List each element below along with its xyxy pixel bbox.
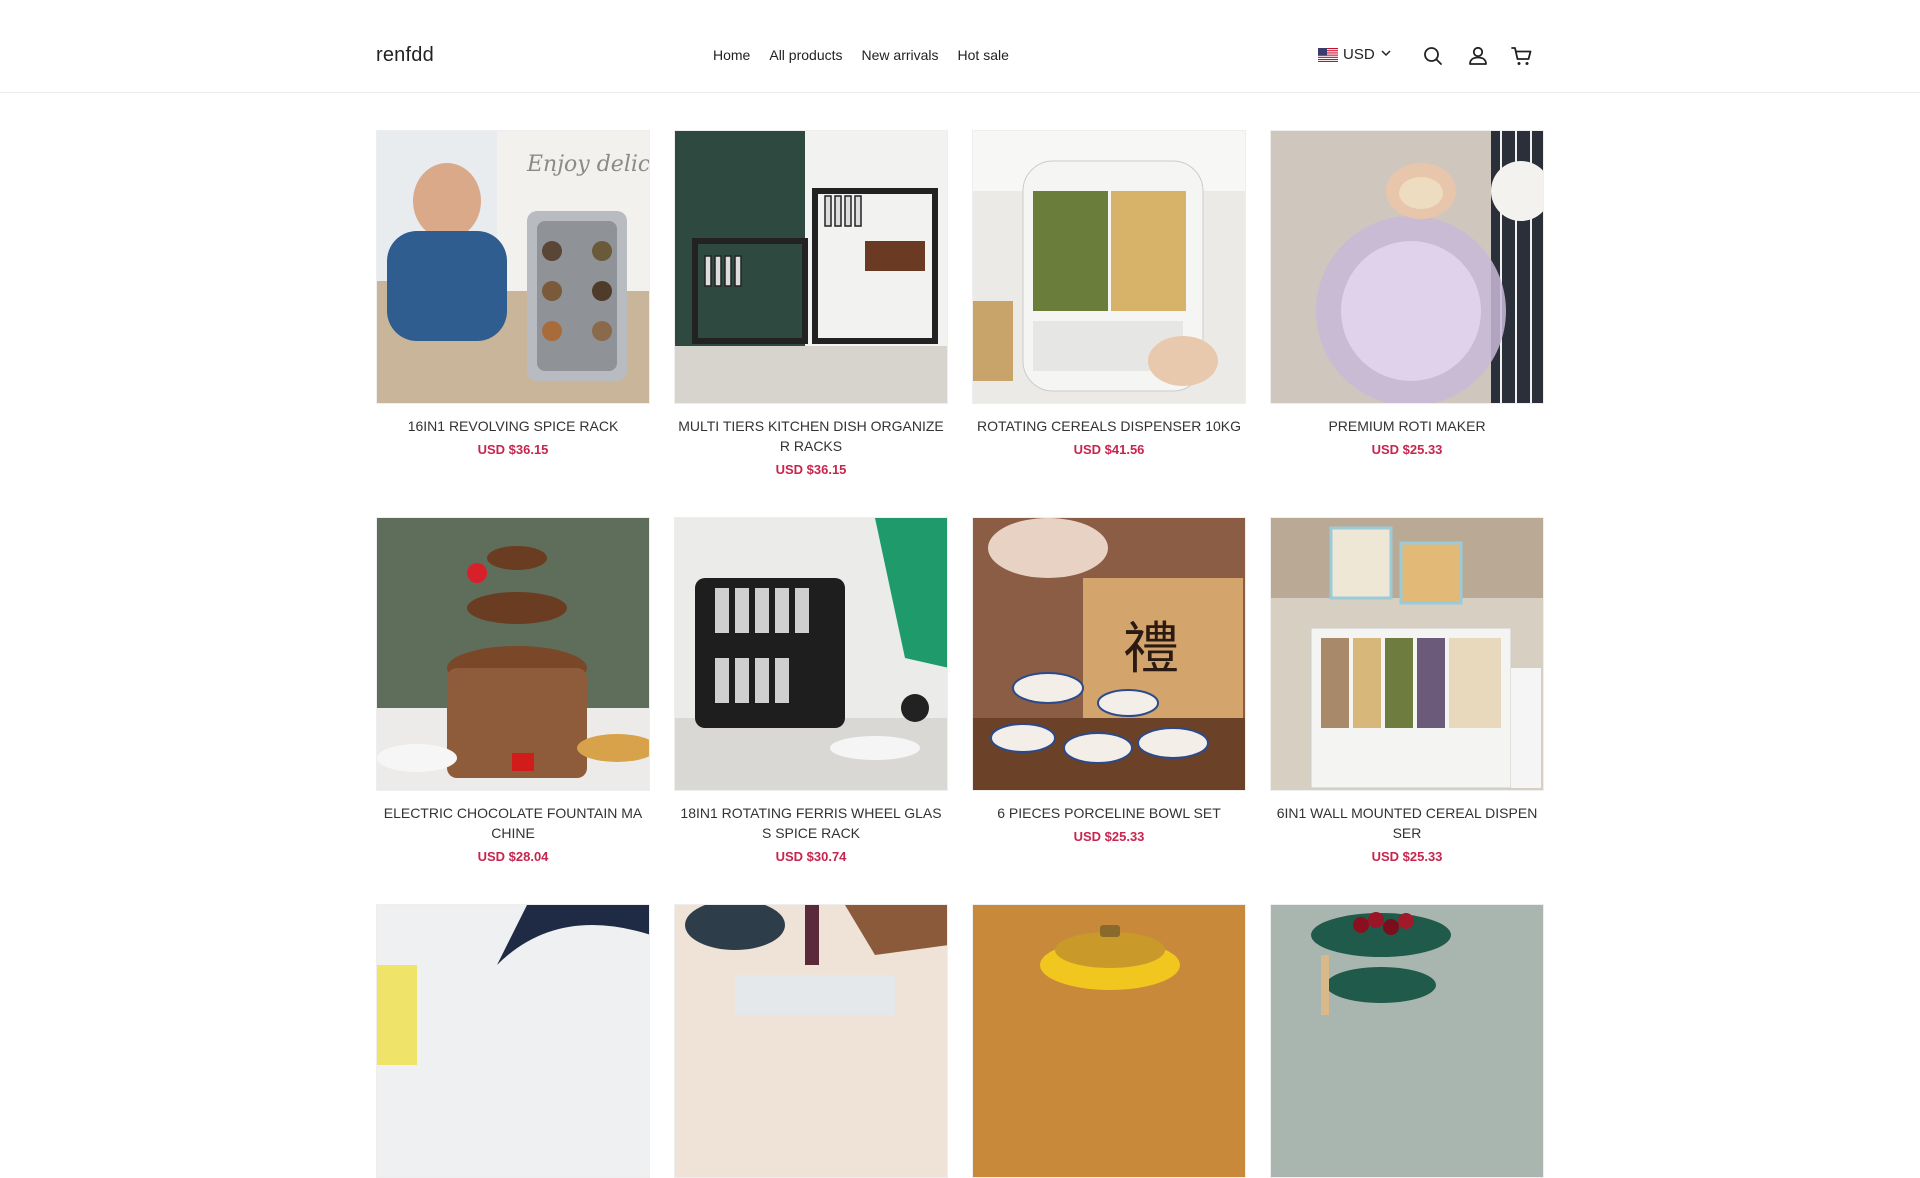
svg-text:禮: 禮: [1123, 617, 1179, 682]
product-image-dish-rack[interactable]: [674, 130, 948, 404]
cart-icon[interactable]: [1510, 44, 1534, 68]
image-overlay-text: Enjoy delicious life: [526, 152, 650, 177]
product-card[interactable]: 18IN1 ROTATING FERRIS WHEEL GLASS SPICE …: [674, 517, 948, 864]
product-image[interactable]: [376, 904, 650, 1178]
product-card[interactable]: MULTI TIERS KITCHEN DISH ORGANIZER RACKS…: [674, 130, 948, 477]
product-image-chocolate-fountain[interactable]: [376, 517, 650, 791]
product-title[interactable]: PREMIUM ROTI MAKER: [1270, 416, 1544, 436]
product-image[interactable]: [674, 904, 948, 1178]
product-price: USD $30.74: [775, 849, 847, 864]
product-image[interactable]: [1270, 904, 1544, 1178]
product-price: USD $25.33: [1371, 442, 1443, 457]
product-card[interactable]: [674, 904, 948, 1178]
nav-home[interactable]: Home: [713, 47, 750, 63]
product-image-porcelain-bowls[interactable]: 禮: [972, 517, 1246, 791]
nav-hot-sale[interactable]: Hot sale: [958, 47, 1009, 63]
product-price: USD $28.04: [477, 849, 549, 864]
product-price: USD $36.15: [477, 442, 549, 457]
product-title[interactable]: 18IN1 ROTATING FERRIS WHEEL GLASS SPICE …: [674, 803, 948, 843]
site-header: renfdd Home All products New arrivals Ho…: [0, 0, 1920, 93]
product-title[interactable]: ROTATING CEREALS DISPENSER 10KG: [972, 416, 1246, 436]
product-card[interactable]: 6IN1 WALL MOUNTED CEREAL DISPENSER USD $…: [1270, 517, 1544, 864]
product-price: USD $41.56: [1073, 442, 1145, 457]
nav-all-products[interactable]: All products: [769, 47, 842, 63]
account-icon[interactable]: [1466, 44, 1490, 68]
nav-new-arrivals[interactable]: New arrivals: [862, 47, 939, 63]
product-image-spice-rack[interactable]: Enjoy delicious life: [376, 130, 650, 404]
product-price: USD $36.15: [775, 462, 847, 477]
product-title[interactable]: 6IN1 WALL MOUNTED CEREAL DISPENSER: [1270, 803, 1544, 843]
product-card[interactable]: 禮 6 PIECES PORCELINE BOWL SET USD $25.33: [972, 517, 1246, 844]
product-card[interactable]: [1270, 904, 1544, 1178]
product-image[interactable]: [972, 904, 1246, 1178]
product-card[interactable]: ROTATING CEREALS DISPENSER 10KG USD $41.…: [972, 130, 1246, 457]
product-card[interactable]: [972, 904, 1246, 1178]
us-flag-icon: [1318, 47, 1338, 62]
product-price: USD $25.33: [1371, 849, 1443, 864]
product-title[interactable]: 6 PIECES PORCELINE BOWL SET: [972, 803, 1246, 823]
product-card[interactable]: Enjoy delicious life 16IN1 REVOLVING SPI…: [376, 130, 650, 457]
product-title[interactable]: ELECTRIC CHOCOLATE FOUNTAIN MACHINE: [376, 803, 650, 843]
product-image-ferris-spice-rack[interactable]: [674, 517, 948, 791]
main-nav: Home All products New arrivals Hot sale: [713, 47, 1009, 63]
currency-selector[interactable]: USD: [1318, 46, 1392, 63]
product-card[interactable]: ELECTRIC CHOCOLATE FOUNTAIN MACHINE USD …: [376, 517, 650, 864]
search-icon[interactable]: [1421, 44, 1445, 68]
store-logo[interactable]: renfdd: [376, 44, 434, 67]
product-image-roti-maker[interactable]: [1270, 130, 1544, 404]
product-image-cereal-dispenser[interactable]: [972, 130, 1246, 404]
product-card[interactable]: [376, 904, 650, 1178]
product-card[interactable]: PREMIUM ROTI MAKER USD $25.33: [1270, 130, 1544, 457]
product-image-wall-cereal-dispenser[interactable]: [1270, 517, 1544, 791]
currency-label: USD: [1343, 46, 1375, 63]
product-price: USD $25.33: [1073, 829, 1145, 844]
product-title[interactable]: 16IN1 REVOLVING SPICE RACK: [376, 416, 650, 436]
product-title[interactable]: MULTI TIERS KITCHEN DISH ORGANIZER RACKS: [674, 416, 948, 456]
chevron-down-icon: [1380, 46, 1392, 63]
